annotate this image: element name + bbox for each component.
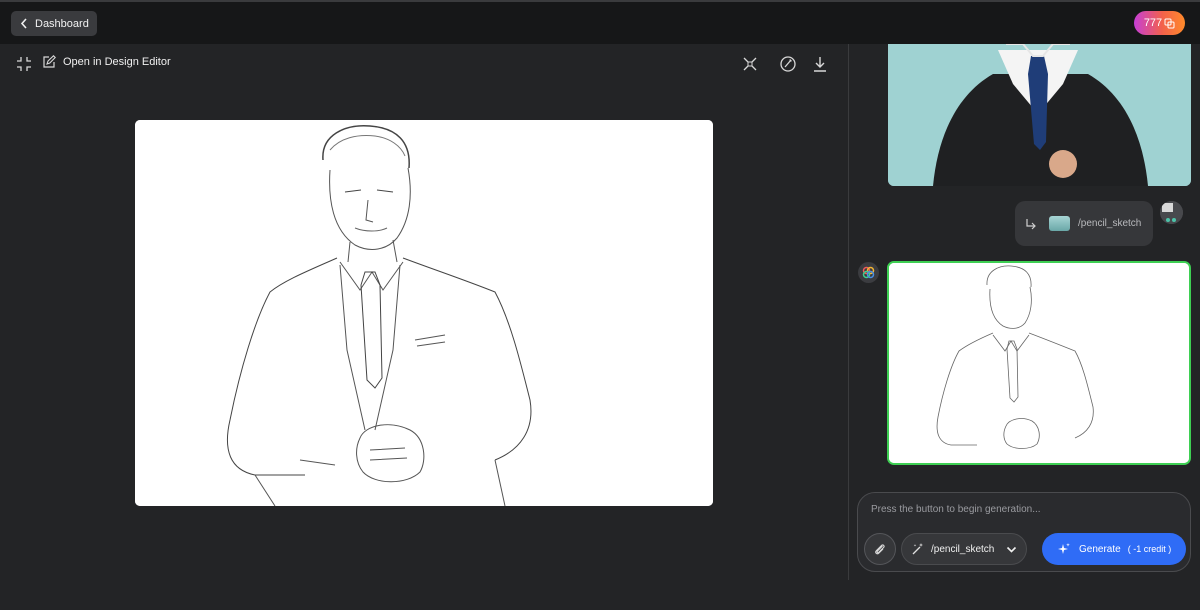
generate-button[interactable]: Generate ( -1 credit )	[1042, 533, 1186, 565]
generate-cost: ( -1 credit )	[1127, 544, 1172, 554]
user-avatar	[1160, 201, 1183, 224]
magic-wand-icon	[912, 543, 923, 555]
command-bubble: /pencil_sketch	[1015, 201, 1153, 246]
paperclip-icon	[875, 544, 885, 555]
canvas-toolbar: Open in Design Editor	[0, 44, 848, 84]
pencil-sketch-portrait	[135, 120, 713, 506]
chevron-left-icon	[20, 18, 27, 29]
attach-button[interactable]	[864, 533, 896, 565]
open-design-editor-label: Open in Design Editor	[63, 56, 171, 68]
download-icon[interactable]	[810, 54, 830, 74]
edit-icon	[43, 55, 56, 68]
command-text: /pencil_sketch	[1078, 218, 1142, 229]
chevron-down-icon	[1006, 546, 1017, 553]
result-thumbnail[interactable]	[887, 261, 1191, 465]
coins-icon	[1164, 18, 1175, 28]
open-design-editor-button[interactable]: Open in Design Editor	[42, 55, 171, 69]
collapse-icon[interactable]	[14, 54, 34, 74]
source-photo	[888, 44, 1191, 186]
sparkle-icon	[1058, 543, 1070, 554]
main-result-image	[135, 120, 713, 506]
focus-crop-icon[interactable]	[740, 54, 760, 74]
credits-count: 777	[1143, 17, 1163, 29]
command-thumbnail	[1049, 216, 1070, 231]
reply-arrow-icon	[1026, 218, 1036, 229]
dashboard-back-label: Dashboard	[35, 17, 89, 30]
result-sketch-graphic	[889, 263, 1189, 463]
generate-label: Generate	[1079, 543, 1121, 555]
preset-value: /pencil_sketch	[931, 543, 995, 555]
source-photo-graphic	[888, 44, 1191, 186]
top-bar: Dashboard 777	[0, 0, 1200, 44]
prompt-composer: Press the button to begin generation... …	[857, 492, 1191, 572]
preset-dropdown[interactable]: /pencil_sketch	[901, 533, 1027, 565]
composer-placeholder[interactable]: Press the button to begin generation...	[871, 504, 1041, 515]
magic-edit-icon[interactable]	[778, 54, 798, 74]
dashboard-back-button[interactable]: Dashboard	[11, 11, 97, 36]
bot-avatar-icon	[858, 262, 879, 283]
chat-panel: /pencil_sketch Press the button to begin…	[849, 44, 1200, 610]
credits-badge[interactable]: 777	[1134, 11, 1185, 35]
